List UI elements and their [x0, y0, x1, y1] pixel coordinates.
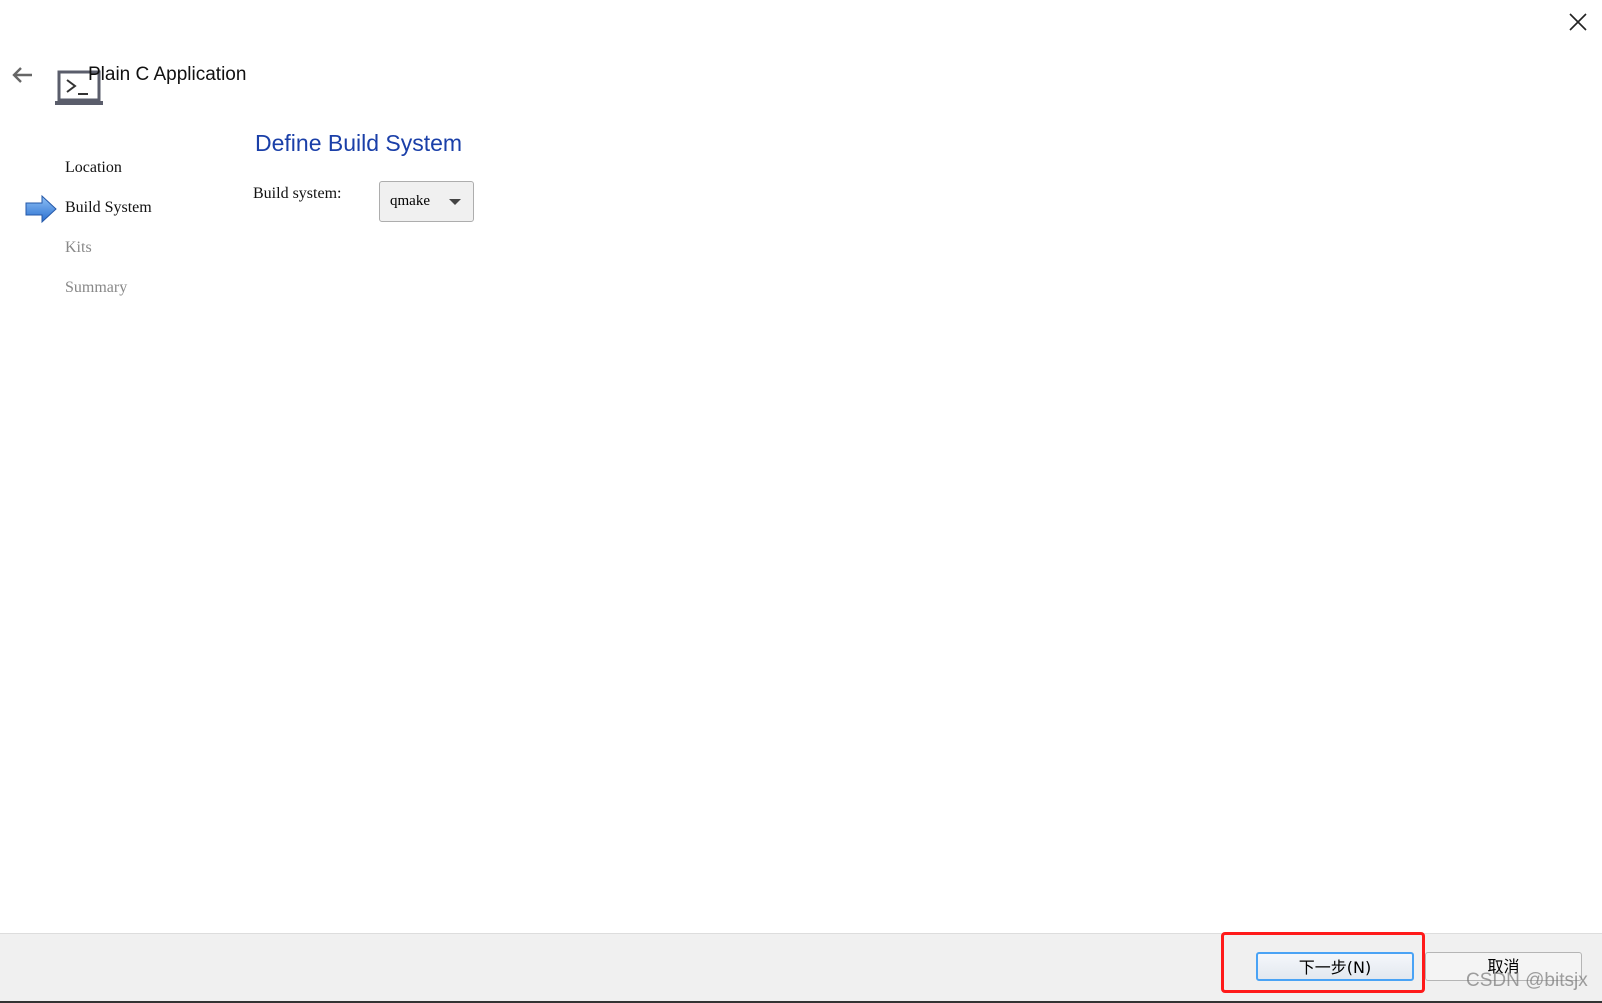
build-system-value: qmake	[390, 193, 430, 209]
page-heading: Define Build System	[255, 130, 463, 156]
close-icon[interactable]	[1566, 10, 1590, 34]
arrow-right-icon	[25, 194, 57, 224]
step-location: Location	[65, 159, 122, 176]
highlight-box	[1221, 932, 1425, 993]
back-arrow-icon[interactable]	[10, 64, 36, 86]
step-kits: Kits	[65, 239, 92, 256]
watermark: CSDN @bitsjx	[1466, 970, 1588, 991]
window-title: Plain C Application	[88, 64, 247, 85]
step-summary: Summary	[65, 279, 128, 296]
chevron-down-icon	[449, 199, 461, 205]
build-system-select[interactable]: qmake	[379, 181, 474, 222]
step-build-system: Build System	[65, 199, 152, 216]
build-system-label: Build system:	[253, 185, 342, 202]
